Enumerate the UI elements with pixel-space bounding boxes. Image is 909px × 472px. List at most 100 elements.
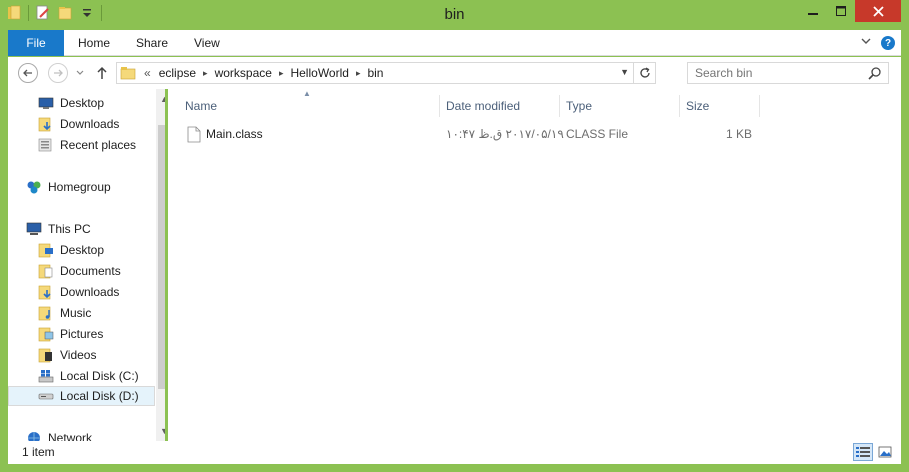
help-icon[interactable]: ? (881, 36, 895, 50)
close-icon (872, 5, 884, 17)
file-list: Name ▲ Date modified Type Size Main.clas… (168, 89, 901, 441)
refresh-icon (639, 67, 650, 78)
recent-locations-button[interactable] (74, 63, 86, 83)
window-controls (799, 0, 901, 22)
tab-view[interactable]: View (194, 30, 220, 56)
back-button[interactable] (18, 63, 38, 83)
details-view-button[interactable] (853, 443, 873, 461)
navigation-bar: « eclipse ▸ workspace ▸ HelloWorld ▸ bin… (8, 57, 901, 89)
ribbon-right-controls: ? (861, 36, 895, 50)
documents-folder-icon (38, 263, 54, 279)
downloads-folder-icon (38, 116, 54, 132)
system-drive-icon (38, 368, 54, 384)
breadcrumb-eclipse[interactable]: eclipse (155, 66, 200, 80)
nav-item-desktop-pc[interactable]: Desktop (38, 240, 104, 260)
nav-item-downloads-pc[interactable]: Downloads (38, 282, 119, 302)
breadcrumb-bin[interactable]: bin (363, 66, 387, 80)
nav-item-recent-places[interactable]: Recent places (38, 135, 136, 155)
homegroup-icon (26, 179, 42, 195)
breadcrumb-chevron-icon[interactable]: ▸ (276, 68, 287, 79)
downloads-folder-icon (38, 284, 54, 300)
computer-icon (26, 221, 42, 237)
nav-item-local-disk-d[interactable]: Local Disk (D:) (8, 386, 155, 406)
nav-item-music[interactable]: Music (38, 303, 91, 323)
forward-arrow-icon (54, 69, 63, 77)
nav-item-downloads[interactable]: Downloads (38, 114, 119, 134)
tab-file[interactable]: File (8, 30, 64, 56)
music-folder-icon (38, 305, 54, 321)
file-row[interactable]: Main.class ۲۰۱۷/۰۵/۱۹ ق.ظ ۱۰:۴۷ CLASS Fi… (168, 123, 901, 145)
videos-folder-icon (38, 347, 54, 363)
maximize-button[interactable] (827, 0, 855, 22)
pictures-folder-icon (38, 326, 54, 342)
column-divider[interactable] (679, 95, 680, 117)
column-divider[interactable] (759, 95, 760, 117)
ribbon-tabs: File Home Share View ? (8, 30, 901, 56)
window-title: bin (444, 6, 465, 23)
scroll-thumb[interactable] (158, 125, 165, 389)
item-count: 1 item (22, 445, 55, 459)
minimize-icon (808, 13, 818, 15)
file-date-modified: ۲۰۱۷/۰۵/۱۹ ق.ظ ۱۰:۴۷ (446, 127, 564, 141)
large-icons-view-button[interactable] (875, 443, 895, 461)
address-bar[interactable]: « eclipse ▸ workspace ▸ HelloWorld ▸ bin… (116, 62, 656, 84)
breadcrumb-helloworld[interactable]: HelloWorld (286, 66, 352, 80)
minimize-button[interactable] (799, 0, 827, 22)
explorer-window: bin File Home Share View ? « eclipse ▸ w… (0, 0, 909, 472)
file-size: 1 KB (725, 127, 752, 141)
tab-share[interactable]: Share (136, 30, 168, 56)
forward-button[interactable] (48, 63, 68, 83)
search-icon[interactable] (868, 66, 882, 80)
large-icons-view-icon (878, 446, 892, 458)
back-arrow-icon (23, 69, 32, 77)
maximize-icon (836, 6, 846, 16)
title-bar: bin (0, 0, 909, 30)
breadcrumb-chevron-icon[interactable]: ▸ (200, 68, 211, 79)
column-divider[interactable] (439, 95, 440, 117)
nav-item-desktop[interactable]: Desktop (38, 93, 104, 113)
expand-ribbon-button[interactable] (861, 36, 871, 50)
tab-home[interactable]: Home (78, 30, 110, 56)
desktop-icon (38, 95, 54, 111)
file-name: Main.class (206, 127, 263, 141)
nav-scrollbar[interactable]: ▲ ▼ (156, 89, 165, 441)
column-header-type[interactable]: Type (566, 95, 592, 117)
recent-places-icon (38, 137, 54, 153)
file-icon (187, 126, 201, 143)
column-header-size[interactable]: Size (686, 95, 709, 117)
nav-item-homegroup[interactable]: Homegroup (26, 177, 111, 197)
folder-icon (120, 66, 136, 80)
chevron-down-icon (861, 38, 871, 44)
breadcrumb-chevron-icon[interactable]: ▸ (353, 68, 364, 79)
chevron-down-icon (76, 70, 84, 75)
file-name-cell[interactable]: Main.class (187, 123, 263, 145)
nav-item-this-pc[interactable]: This PC (26, 219, 91, 239)
column-divider[interactable] (559, 95, 560, 117)
nav-item-local-disk-c[interactable]: Local Disk (C:) (38, 366, 139, 386)
nav-item-documents[interactable]: Documents (38, 261, 121, 281)
file-type: CLASS File (566, 127, 629, 141)
sort-ascending-icon: ▲ (303, 89, 311, 98)
column-header-date-modified[interactable]: Date modified (446, 95, 520, 117)
column-header-name[interactable]: Name (185, 95, 217, 117)
address-dropdown-icon[interactable]: ▼ (620, 67, 629, 77)
nav-item-pictures[interactable]: Pictures (38, 324, 103, 344)
close-button[interactable] (855, 0, 901, 22)
nav-item-videos[interactable]: Videos (38, 345, 96, 365)
nav-item-network[interactable]: Network (26, 428, 92, 441)
view-switcher (853, 443, 895, 461)
status-bar: 1 item (8, 441, 901, 464)
search-box[interactable] (687, 62, 889, 84)
breadcrumb-overflow[interactable]: « (136, 66, 155, 80)
network-icon (26, 430, 42, 441)
up-arrow-icon (97, 66, 107, 79)
up-button[interactable] (94, 63, 110, 83)
search-input[interactable] (688, 63, 858, 83)
drive-icon (38, 388, 54, 404)
desktop-folder-icon (38, 242, 54, 258)
breadcrumb-workspace[interactable]: workspace (211, 66, 276, 80)
refresh-button[interactable] (633, 63, 655, 83)
details-view-icon (856, 447, 870, 457)
scroll-up-icon[interactable]: ▲ (156, 91, 165, 107)
scroll-down-icon[interactable]: ▼ (156, 423, 165, 439)
